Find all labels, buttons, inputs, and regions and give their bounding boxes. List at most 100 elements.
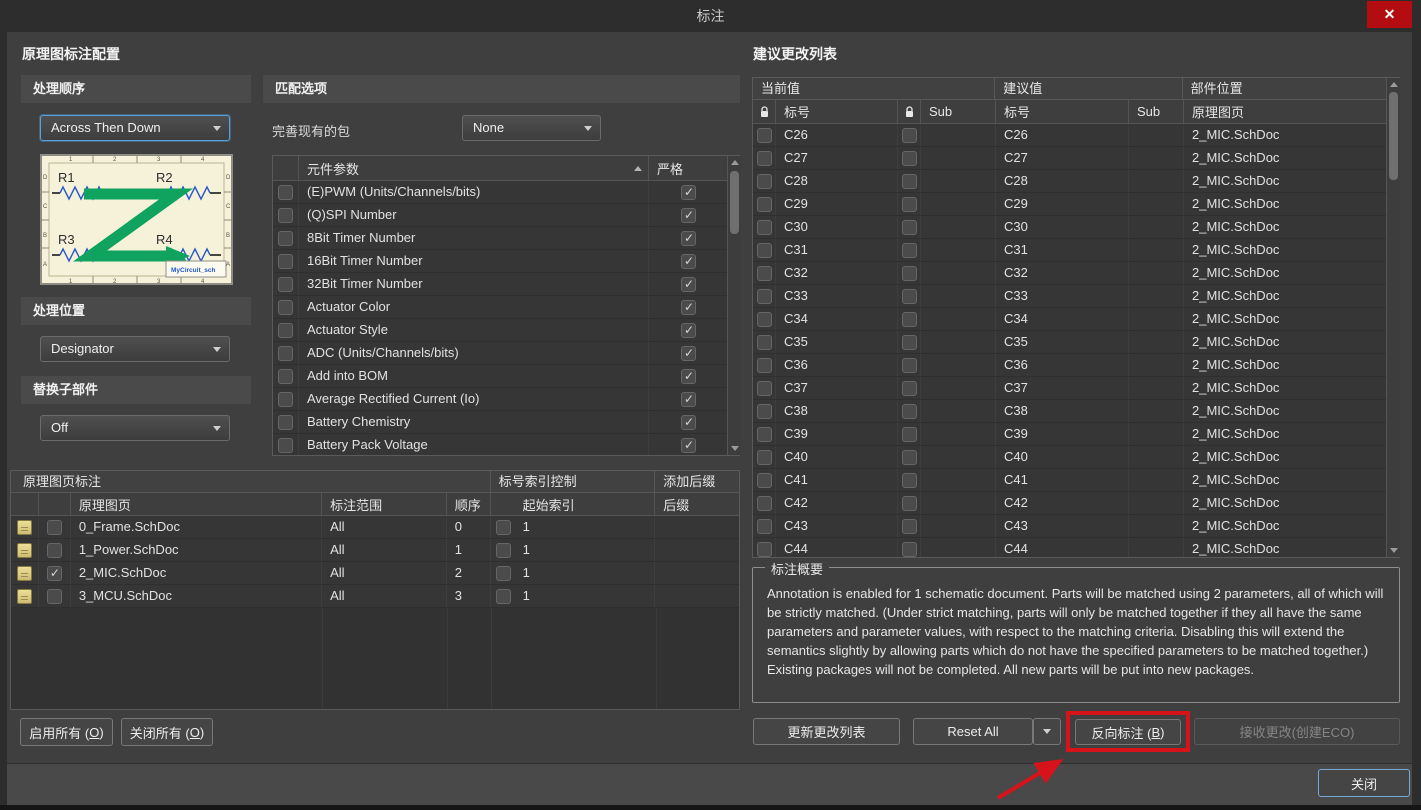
change-row[interactable]: C27 C27 2_MIC.SchDoc bbox=[753, 147, 1399, 170]
parameter-match-checkbox[interactable] bbox=[278, 346, 293, 361]
sheet-enable-checkbox[interactable] bbox=[47, 566, 62, 581]
parameter-row[interactable]: 32Bit Timer Number bbox=[273, 273, 739, 296]
update-changes-list-button[interactable]: 更新更改列表 bbox=[753, 718, 900, 745]
current-lock-checkbox[interactable] bbox=[757, 197, 772, 212]
proposed-lock-checkbox[interactable] bbox=[902, 243, 917, 258]
location-sheet-header[interactable]: 原理图页 bbox=[1184, 100, 1387, 124]
parameter-row[interactable]: Add into BOM bbox=[273, 365, 739, 388]
parameter-match-checkbox[interactable] bbox=[278, 231, 293, 246]
sheet-row[interactable]: 1_Power.SchDoc All 1 1 bbox=[11, 539, 739, 562]
parameter-match-checkbox[interactable] bbox=[278, 300, 293, 315]
reset-all-dropdown-button[interactable] bbox=[1033, 718, 1061, 745]
order-of-processing-dropdown[interactable]: Across Then Down bbox=[40, 115, 230, 141]
change-row[interactable]: C40 C40 2_MIC.SchDoc bbox=[753, 446, 1399, 469]
scrollbar-thumb[interactable] bbox=[730, 171, 739, 234]
start-index-checkbox[interactable] bbox=[496, 566, 511, 581]
proposed-lock-checkbox[interactable] bbox=[902, 266, 917, 281]
parameter-row[interactable]: Battery Chemistry bbox=[273, 411, 739, 434]
strict-checkbox[interactable] bbox=[681, 300, 696, 315]
parameter-row[interactable]: (Q)SPI Number bbox=[273, 204, 739, 227]
start-index-checkbox[interactable] bbox=[496, 520, 511, 535]
sheet-enable-checkbox[interactable] bbox=[47, 543, 62, 558]
scroll-up-icon[interactable] bbox=[1387, 78, 1400, 91]
scroll-down-icon[interactable] bbox=[1387, 544, 1400, 557]
strict-checkbox[interactable] bbox=[681, 346, 696, 361]
close-icon[interactable]: ✕ bbox=[1367, 1, 1412, 28]
start-index-checkbox[interactable] bbox=[496, 543, 511, 558]
current-lock-checkbox[interactable] bbox=[757, 404, 772, 419]
change-row[interactable]: C35 C35 2_MIC.SchDoc bbox=[753, 331, 1399, 354]
sheet-row[interactable]: 0_Frame.SchDoc All 0 1 bbox=[11, 516, 739, 539]
strict-checkbox[interactable] bbox=[681, 392, 696, 407]
change-row[interactable]: C42 C42 2_MIC.SchDoc bbox=[753, 492, 1399, 515]
current-sub-header[interactable]: Sub bbox=[921, 100, 996, 124]
change-row[interactable]: C41 C41 2_MIC.SchDoc bbox=[753, 469, 1399, 492]
strict-checkbox[interactable] bbox=[681, 415, 696, 430]
current-lock-checkbox[interactable] bbox=[757, 128, 772, 143]
strict-checkbox[interactable] bbox=[681, 438, 696, 453]
parameter-row[interactable]: Battery Pack Voltage bbox=[273, 434, 739, 456]
sheet-order-header[interactable]: 顺序 bbox=[447, 493, 491, 516]
proposed-lock-checkbox[interactable] bbox=[902, 404, 917, 419]
parameter-row[interactable]: 8Bit Timer Number bbox=[273, 227, 739, 250]
current-lock-checkbox[interactable] bbox=[757, 542, 772, 557]
change-row[interactable]: C43 C43 2_MIC.SchDoc bbox=[753, 515, 1399, 538]
parameter-row[interactable]: Actuator Color bbox=[273, 296, 739, 319]
parameter-match-checkbox[interactable] bbox=[278, 208, 293, 223]
parameter-match-checkbox[interactable] bbox=[278, 185, 293, 200]
proposed-lock-checkbox[interactable] bbox=[902, 151, 917, 166]
change-row[interactable]: C26 C26 2_MIC.SchDoc bbox=[753, 124, 1399, 147]
current-lock-checkbox[interactable] bbox=[757, 473, 772, 488]
sheet-suffix-header[interactable]: 后缀 bbox=[655, 493, 739, 516]
complete-packages-dropdown[interactable]: None bbox=[462, 115, 601, 141]
parameter-row[interactable]: (E)PWM (Units/Channels/bits) bbox=[273, 181, 739, 204]
proposed-lock-checkbox[interactable] bbox=[902, 312, 917, 327]
parameters-strict-header[interactable]: 严格 bbox=[649, 156, 728, 181]
parameter-match-checkbox[interactable] bbox=[278, 254, 293, 269]
current-lock-checkbox[interactable] bbox=[757, 381, 772, 396]
parameter-match-checkbox[interactable] bbox=[278, 415, 293, 430]
change-row[interactable]: C31 C31 2_MIC.SchDoc bbox=[753, 239, 1399, 262]
parameter-match-checkbox[interactable] bbox=[278, 277, 293, 292]
change-row[interactable]: C36 C36 2_MIC.SchDoc bbox=[753, 354, 1399, 377]
current-lock-checkbox[interactable] bbox=[757, 266, 772, 281]
change-row[interactable]: C37 C37 2_MIC.SchDoc bbox=[753, 377, 1399, 400]
current-lock-checkbox[interactable] bbox=[757, 358, 772, 373]
where-to-reannotate-dropdown[interactable]: Designator bbox=[40, 336, 230, 362]
current-lock-checkbox[interactable] bbox=[757, 289, 772, 304]
enable-all-button[interactable]: 启用所有 (O) bbox=[20, 718, 113, 746]
current-lock-checkbox[interactable] bbox=[757, 220, 772, 235]
change-row[interactable]: C44 C44 2_MIC.SchDoc bbox=[753, 538, 1399, 558]
scroll-up-icon[interactable] bbox=[728, 156, 741, 169]
proposed-lock-checkbox[interactable] bbox=[902, 496, 917, 511]
change-row[interactable]: C29 C29 2_MIC.SchDoc bbox=[753, 193, 1399, 216]
change-row[interactable]: C38 C38 2_MIC.SchDoc bbox=[753, 400, 1399, 423]
current-lock-checkbox[interactable] bbox=[757, 519, 772, 534]
parameters-name-header[interactable]: 元件参数 bbox=[299, 156, 649, 181]
proposed-lock-checkbox[interactable] bbox=[902, 427, 917, 442]
current-designator-header[interactable]: 标号 bbox=[776, 100, 898, 124]
strict-checkbox[interactable] bbox=[681, 231, 696, 246]
current-lock-checkbox[interactable] bbox=[757, 335, 772, 350]
strict-checkbox[interactable] bbox=[681, 323, 696, 338]
sheet-enable-checkbox[interactable] bbox=[47, 520, 62, 535]
change-row[interactable]: C30 C30 2_MIC.SchDoc bbox=[753, 216, 1399, 239]
proposed-lock-checkbox[interactable] bbox=[902, 289, 917, 304]
reset-all-button[interactable]: Reset All bbox=[913, 718, 1033, 745]
change-row[interactable]: C28 C28 2_MIC.SchDoc bbox=[753, 170, 1399, 193]
parameter-match-checkbox[interactable] bbox=[278, 323, 293, 338]
proposed-lock-checkbox[interactable] bbox=[902, 473, 917, 488]
proposed-lock-checkbox[interactable] bbox=[902, 358, 917, 373]
start-index-checkbox[interactable] bbox=[496, 589, 511, 604]
proposed-lock-checkbox[interactable] bbox=[902, 220, 917, 235]
strict-checkbox[interactable] bbox=[681, 369, 696, 384]
current-lock-checkbox[interactable] bbox=[757, 312, 772, 327]
change-row[interactable]: C39 C39 2_MIC.SchDoc bbox=[753, 423, 1399, 446]
strict-checkbox[interactable] bbox=[681, 277, 696, 292]
subpart-suffix-dropdown[interactable]: Off bbox=[40, 415, 230, 441]
strict-checkbox[interactable] bbox=[681, 254, 696, 269]
changes-scrollbar[interactable] bbox=[1386, 78, 1400, 557]
current-lock-checkbox[interactable] bbox=[757, 243, 772, 258]
sheet-name-header[interactable]: 原理图页 bbox=[71, 493, 322, 516]
parameter-row[interactable]: ADC (Units/Channels/bits) bbox=[273, 342, 739, 365]
